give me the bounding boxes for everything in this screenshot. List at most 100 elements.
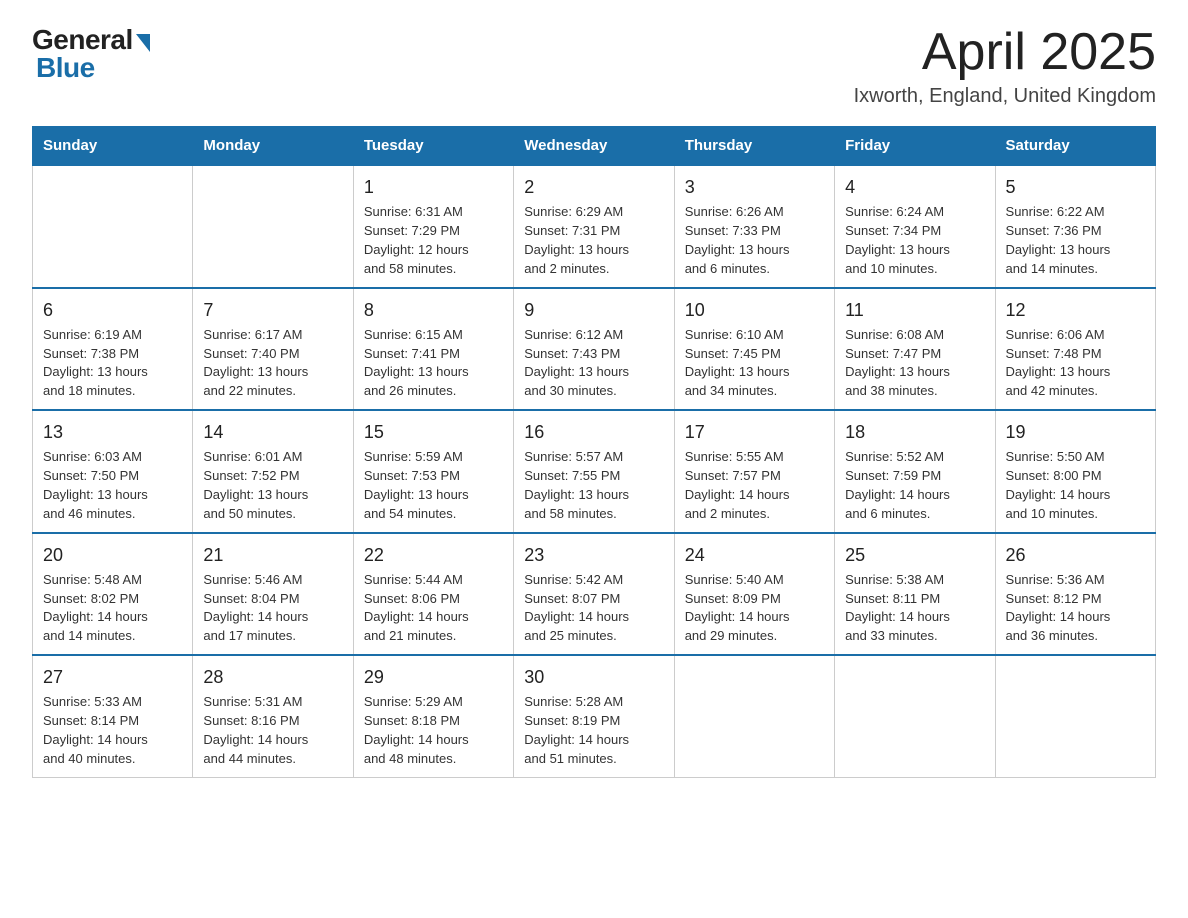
day-info: Sunrise: 6:12 AMSunset: 7:43 PMDaylight:… [524,326,663,401]
day-info: Sunrise: 6:29 AMSunset: 7:31 PMDaylight:… [524,203,663,278]
logo-blue-text: Blue [36,52,95,83]
day-number: 20 [43,542,182,568]
calendar-cell: 27 Sunrise: 5:33 AMSunset: 8:14 PMDayligh… [33,655,193,777]
month-title: April 2025 [854,24,1156,81]
logo: General Blue [32,24,150,84]
day-info: Sunrise: 5:55 AMSunset: 7:57 PMDaylight:… [685,448,824,523]
calendar-cell: 4 Sunrise: 6:24 AMSunset: 7:34 PMDaylight… [835,165,995,287]
calendar-cell [193,165,353,287]
calendar-cell: 30Sunrise: 5:28 AMSunset: 8:19 PMDayligh… [514,655,674,777]
day-info: Sunrise: 6:17 AMSunset: 7:40 PMDaylight:… [203,326,342,401]
day-info: Sunrise: 6:01 AMSunset: 7:52 PMDaylight:… [203,448,342,523]
calendar-cell: 1 Sunrise: 6:31 AMSunset: 7:29 PMDaylight… [353,165,513,287]
calendar-cell [674,655,834,777]
logo-arrow-icon [136,34,150,52]
day-info: Sunrise: 5:38 AMSunset: 8:11 PMDaylight:… [845,571,984,646]
day-info: Sunrise: 6:31 AMSunset: 7:29 PMDaylight:… [364,203,503,278]
day-number: 12 [1006,297,1145,323]
day-info: Sunrise: 5:36 AMSunset: 8:12 PMDaylight:… [1006,571,1145,646]
day-info: Sunrise: 5:33 AMSunset: 8:14 PMDaylight:… [43,693,182,768]
day-header-tuesday: Tuesday [353,127,513,166]
day-number: 13 [43,419,182,445]
day-number: 17 [685,419,824,445]
calendar-cell: 5 Sunrise: 6:22 AMSunset: 7:36 PMDaylight… [995,165,1155,287]
day-info: Sunrise: 5:31 AMSunset: 8:16 PMDaylight:… [203,693,342,768]
day-header-wednesday: Wednesday [514,127,674,166]
week-row-2: 6Sunrise: 6:19 AMSunset: 7:38 PMDaylight… [33,288,1156,410]
day-info: Sunrise: 5:40 AMSunset: 8:09 PMDaylight:… [685,571,824,646]
calendar-cell: 23 Sunrise: 5:42 AMSunset: 8:07 PMDayligh… [514,533,674,655]
calendar-cell: 28 Sunrise: 5:31 AMSunset: 8:16 PMDayligh… [193,655,353,777]
day-header-monday: Monday [193,127,353,166]
day-number: 23 [524,542,663,568]
day-number: 10 [685,297,824,323]
calendar-cell: 16Sunrise: 5:57 AMSunset: 7:55 PMDayligh… [514,410,674,532]
day-number: 27 [43,664,182,690]
calendar-cell [33,165,193,287]
day-number: 4 [845,174,984,200]
day-info: Sunrise: 5:46 AMSunset: 8:04 PMDaylight:… [203,571,342,646]
day-info: Sunrise: 6:19 AMSunset: 7:38 PMDaylight:… [43,326,182,401]
calendar-cell: 22Sunrise: 5:44 AMSunset: 8:06 PMDayligh… [353,533,513,655]
day-header-friday: Friday [835,127,995,166]
calendar-cell: 8 Sunrise: 6:15 AMSunset: 7:41 PMDaylight… [353,288,513,410]
day-info: Sunrise: 5:52 AMSunset: 7:59 PMDaylight:… [845,448,984,523]
day-info: Sunrise: 5:59 AMSunset: 7:53 PMDaylight:… [364,448,503,523]
day-info: Sunrise: 6:06 AMSunset: 7:48 PMDaylight:… [1006,326,1145,401]
day-info: Sunrise: 5:42 AMSunset: 8:07 PMDaylight:… [524,571,663,646]
day-number: 18 [845,419,984,445]
day-number: 21 [203,542,342,568]
title-section: April 2025 Ixworth, England, United King… [854,24,1156,108]
calendar-cell [995,655,1155,777]
calendar-cell: 21 Sunrise: 5:46 AMSunset: 8:04 PMDayligh… [193,533,353,655]
day-info: Sunrise: 6:24 AMSunset: 7:34 PMDaylight:… [845,203,984,278]
day-number: 28 [203,664,342,690]
day-info: Sunrise: 6:10 AMSunset: 7:45 PMDaylight:… [685,326,824,401]
day-number: 7 [203,297,342,323]
day-number: 1 [364,174,503,200]
calendar-cell: 26 Sunrise: 5:36 AMSunset: 8:12 PMDayligh… [995,533,1155,655]
day-info: Sunrise: 5:48 AMSunset: 8:02 PMDaylight:… [43,571,182,646]
day-info: Sunrise: 6:03 AMSunset: 7:50 PMDaylight:… [43,448,182,523]
day-number: 8 [364,297,503,323]
day-number: 25 [845,542,984,568]
day-info: Sunrise: 6:08 AMSunset: 7:47 PMDaylight:… [845,326,984,401]
week-row-5: 27 Sunrise: 5:33 AMSunset: 8:14 PMDayligh… [33,655,1156,777]
day-number: 26 [1006,542,1145,568]
calendar-cell: 2 Sunrise: 6:29 AMSunset: 7:31 PMDaylight… [514,165,674,287]
calendar-cell: 15 Sunrise: 5:59 AMSunset: 7:53 PMDayligh… [353,410,513,532]
calendar-cell: 29 Sunrise: 5:29 AMSunset: 8:18 PMDayligh… [353,655,513,777]
day-number: 11 [845,297,984,323]
calendar-cell: 9Sunrise: 6:12 AMSunset: 7:43 PMDaylight… [514,288,674,410]
day-info: Sunrise: 5:50 AMSunset: 8:00 PMDaylight:… [1006,448,1145,523]
day-header-thursday: Thursday [674,127,834,166]
day-info: Sunrise: 6:26 AMSunset: 7:33 PMDaylight:… [685,203,824,278]
day-number: 5 [1006,174,1145,200]
day-number: 24 [685,542,824,568]
calendar-cell: 13 Sunrise: 6:03 AMSunset: 7:50 PMDayligh… [33,410,193,532]
calendar-cell: 14Sunrise: 6:01 AMSunset: 7:52 PMDayligh… [193,410,353,532]
day-number: 29 [364,664,503,690]
day-info: Sunrise: 6:22 AMSunset: 7:36 PMDaylight:… [1006,203,1145,278]
calendar-cell: 17 Sunrise: 5:55 AMSunset: 7:57 PMDayligh… [674,410,834,532]
calendar-cell: 6Sunrise: 6:19 AMSunset: 7:38 PMDaylight… [33,288,193,410]
calendar-cell: 7 Sunrise: 6:17 AMSunset: 7:40 PMDaylight… [193,288,353,410]
calendar-cell: 25 Sunrise: 5:38 AMSunset: 8:11 PMDayligh… [835,533,995,655]
week-row-1: 1 Sunrise: 6:31 AMSunset: 7:29 PMDaylight… [33,165,1156,287]
calendar-cell: 11 Sunrise: 6:08 AMSunset: 7:47 PMDayligh… [835,288,995,410]
day-info: Sunrise: 6:15 AMSunset: 7:41 PMDaylight:… [364,326,503,401]
day-header-saturday: Saturday [995,127,1155,166]
calendar-cell: 18 Sunrise: 5:52 AMSunset: 7:59 PMDayligh… [835,410,995,532]
day-number: 2 [524,174,663,200]
calendar-cell: 24 Sunrise: 5:40 AMSunset: 8:09 PMDayligh… [674,533,834,655]
day-number: 15 [364,419,503,445]
calendar-cell: 20 Sunrise: 5:48 AMSunset: 8:02 PMDayligh… [33,533,193,655]
day-info: Sunrise: 5:29 AMSunset: 8:18 PMDaylight:… [364,693,503,768]
week-row-4: 20 Sunrise: 5:48 AMSunset: 8:02 PMDayligh… [33,533,1156,655]
day-number: 30 [524,664,663,690]
calendar-cell: 19Sunrise: 5:50 AMSunset: 8:00 PMDayligh… [995,410,1155,532]
day-number: 3 [685,174,824,200]
calendar-cell: 10 Sunrise: 6:10 AMSunset: 7:45 PMDayligh… [674,288,834,410]
page-header: General Blue April 2025 Ixworth, England… [32,24,1156,108]
calendar-cell: 3 Sunrise: 6:26 AMSunset: 7:33 PMDaylight… [674,165,834,287]
